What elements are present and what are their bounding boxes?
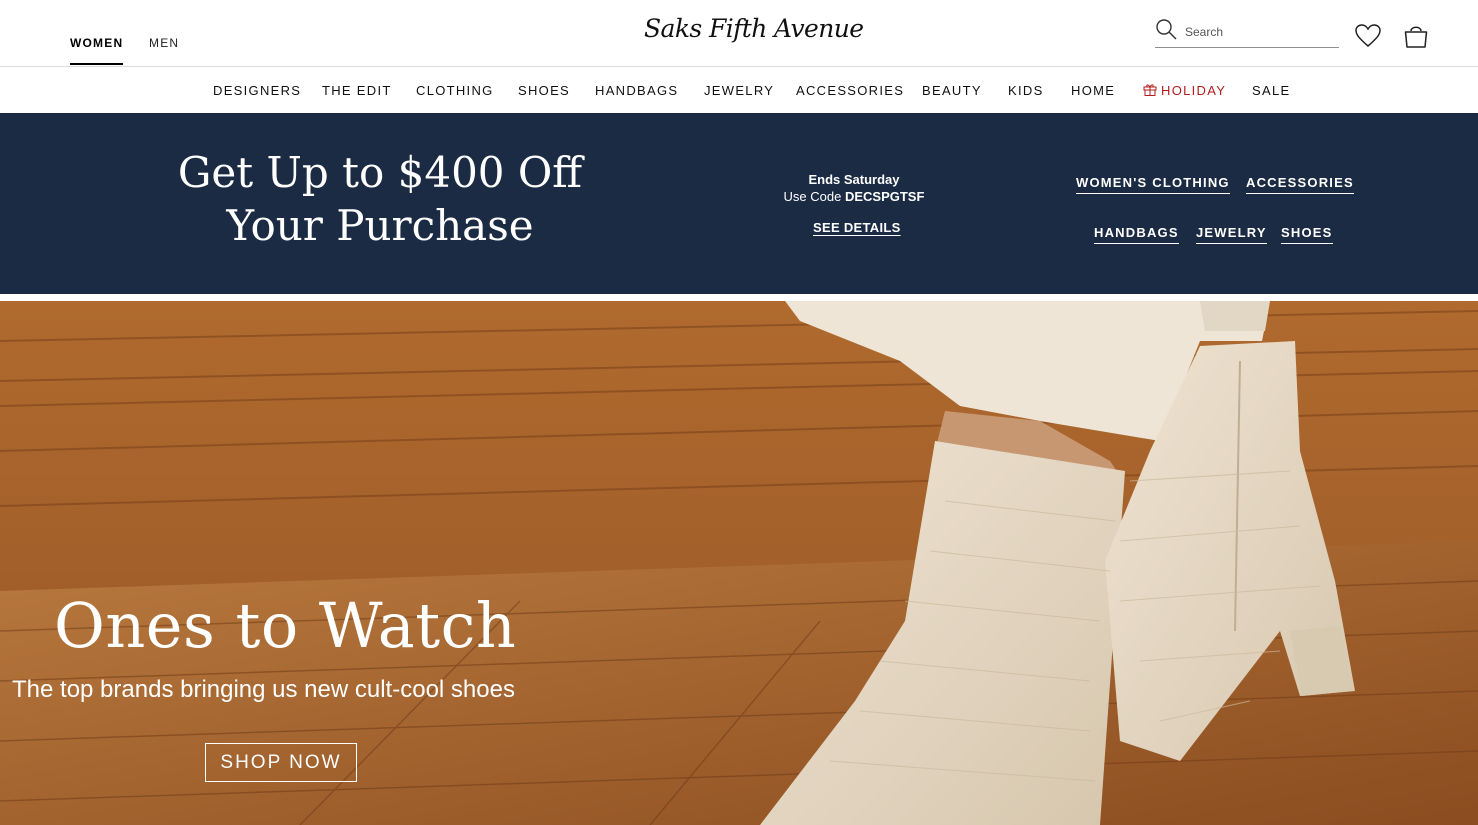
nav-the-edit[interactable]: THE EDIT [322,83,392,98]
promo-headline-line1: Get Up to $400 Off [177,148,583,197]
promo-headline-line2: Your Purchase [226,201,534,250]
nav-handbags[interactable]: HANDBAGS [595,83,678,98]
hero-subtitle: The top brands bringing us new cult-cool… [12,676,515,703]
see-details-link[interactable]: SEE DETAILS [813,220,901,235]
nav-kids[interactable]: KIDS [1008,83,1044,98]
nav-jewelry[interactable]: JEWELRY [704,83,774,98]
nav-clothing[interactable]: CLOTHING [416,83,494,98]
gift-icon [1143,84,1157,96]
promo-ends-text: Ends Saturday [808,172,900,187]
search-box[interactable] [1155,18,1339,48]
search-icon[interactable] [1155,18,1179,42]
hero-title: Ones to Watch [54,589,517,662]
nav-shoes[interactable]: SHOES [518,83,570,98]
tab-men[interactable]: MEN [149,36,179,50]
promo-link-shoes[interactable]: SHOES [1281,225,1333,244]
nav-beauty[interactable]: BEAUTY [922,83,982,98]
promo-link-handbags[interactable]: HANDBAGS [1094,225,1179,244]
promo-link-womens-clothing[interactable]: WOMEN'S CLOTHING [1076,175,1230,194]
promo-code: DECSPGTSF [844,189,925,204]
promo-banner: Get Up to $400 Off Your Purchase Ends Sa… [0,113,1478,294]
shopping-bag-icon[interactable] [1402,22,1430,50]
nav-accessories[interactable]: ACCESSORIES [796,83,904,98]
tab-women[interactable]: WOMEN [70,36,124,65]
logo-text: Saks Fifth Avenue [644,14,864,43]
shop-now-button[interactable]: SHOP NOW [205,743,357,782]
promo-code-prefix: Use Code [783,189,845,204]
category-nav: DESIGNERS THE EDIT CLOTHING SHOES HANDBA… [0,67,1478,113]
promo-code-info: Ends Saturday Use Code DECSPGTSF [754,171,954,205]
search-input[interactable] [1185,23,1335,41]
saks-logo[interactable]: Saks Fifth Avenue [644,14,864,54]
nav-home[interactable]: HOME [1071,83,1115,98]
promo-link-accessories[interactable]: ACCESSORIES [1246,175,1354,194]
hero-banner[interactable]: Ones to Watch The top brands bringing us… [0,301,1478,825]
top-header: WOMEN MEN Saks Fifth Avenue [0,0,1478,67]
nav-holiday-label: HOLIDAY [1161,83,1227,98]
heart-icon[interactable] [1354,22,1382,50]
promo-link-jewelry[interactable]: JEWELRY [1196,225,1267,244]
nav-holiday[interactable]: HOLIDAY [1143,83,1226,98]
promo-code-line: Use Code DECSPGTSF [754,188,954,205]
nav-designers[interactable]: DESIGNERS [213,83,301,98]
promo-headline[interactable]: Get Up to $400 Off Your Purchase [150,146,610,252]
nav-sale[interactable]: SALE [1252,83,1290,98]
